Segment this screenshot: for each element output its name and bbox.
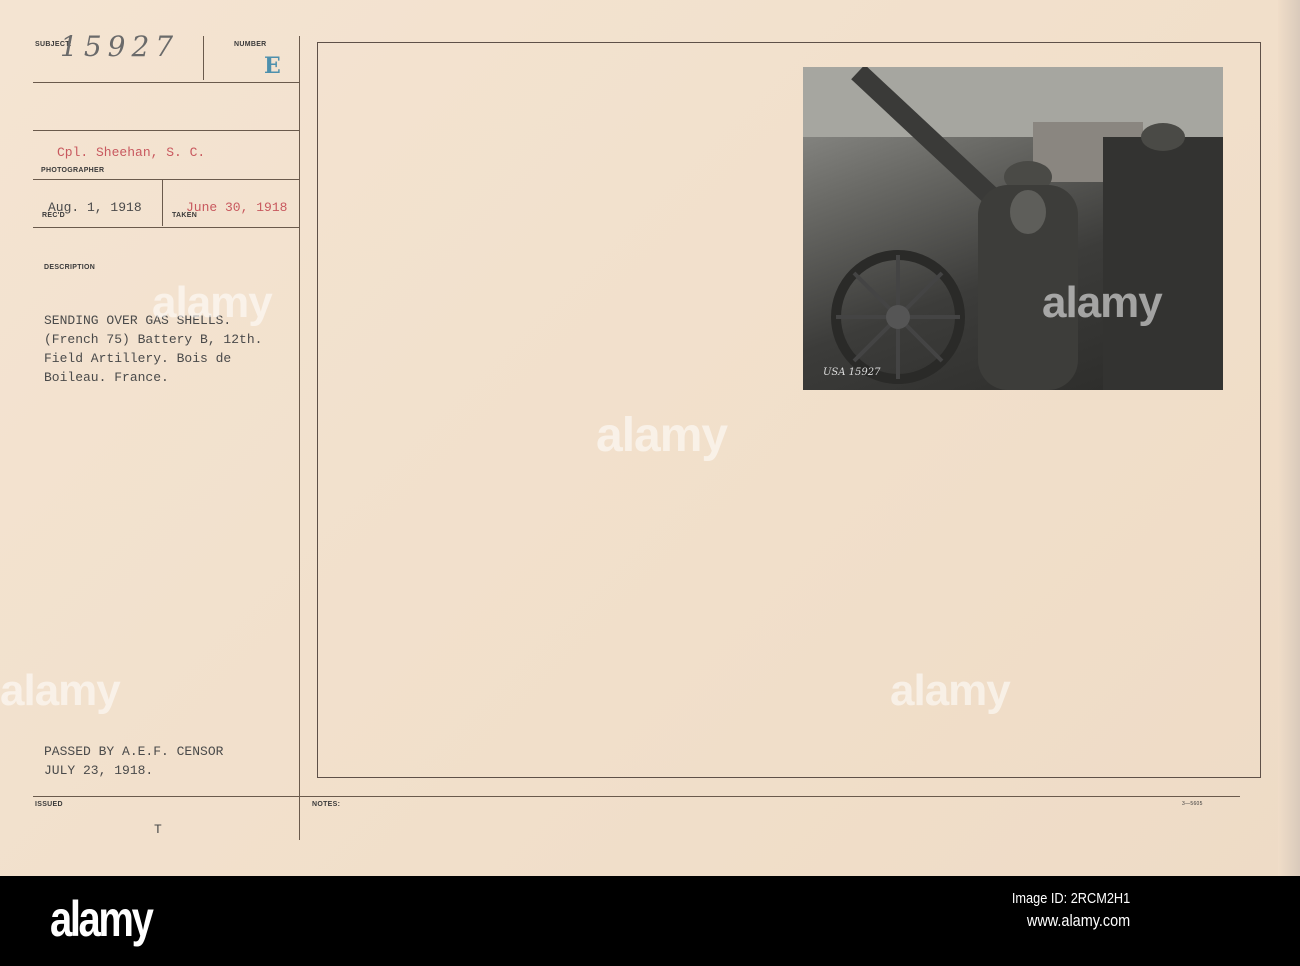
subject-number: 15927 <box>60 30 180 63</box>
photo-caption: USA 15927 <box>823 367 881 378</box>
taken-date: June 30, 1918 <box>186 200 288 215</box>
site-url[interactable]: www.alamy.com <box>1012 910 1130 932</box>
censor-line: JULY 23, 1918. <box>44 763 154 778</box>
watermark: alamy <box>890 666 1011 715</box>
censor-line: PASSED BY A.E.F. CENSOR <box>44 744 224 759</box>
received-label: REC'D <box>42 212 65 219</box>
photograph-french-75-gun-crew: USA 15927 <box>803 67 1223 390</box>
number-label: NUMBER <box>234 41 267 48</box>
description-line: Boileau. France. <box>44 370 169 385</box>
description-label: DESCRIPTION <box>44 264 96 271</box>
issued-label: ISSUED <box>35 801 63 808</box>
image-id: Image ID: 2RCM2H1 <box>1011 890 1130 907</box>
form-code: 3—5605 <box>1182 801 1203 807</box>
photographer-label: PHOTOGRAPHER <box>41 167 105 174</box>
watermark: alamy <box>0 666 121 715</box>
watermark: alamy <box>1042 278 1163 327</box>
notes-label: NOTES: <box>312 801 341 808</box>
watermark: alamy <box>596 409 728 462</box>
alamy-logo: alamy <box>50 891 154 947</box>
archival-card: SUBJECT: NUMBER 15927 E Cpl. Sheehan, S.… <box>0 0 1300 876</box>
description-line: Field Artillery. Bois de <box>44 351 232 366</box>
stock-footer: alamy Image ID: 2RCM2H1 www.alamy.com <box>0 876 1300 966</box>
censor-stamp: PASSED BY A.E.F. CENSOR JULY 23, 1918. <box>44 742 223 780</box>
number-stamp: E <box>264 53 281 79</box>
watermark: alamy <box>152 278 273 327</box>
description-line: (French 75) Battery B, 12th. <box>44 332 263 347</box>
photographer-name: Cpl. Sheehan, S. C. <box>57 145 206 160</box>
taken-label: TAKEN <box>172 212 198 219</box>
issued-mark: T <box>154 822 162 837</box>
